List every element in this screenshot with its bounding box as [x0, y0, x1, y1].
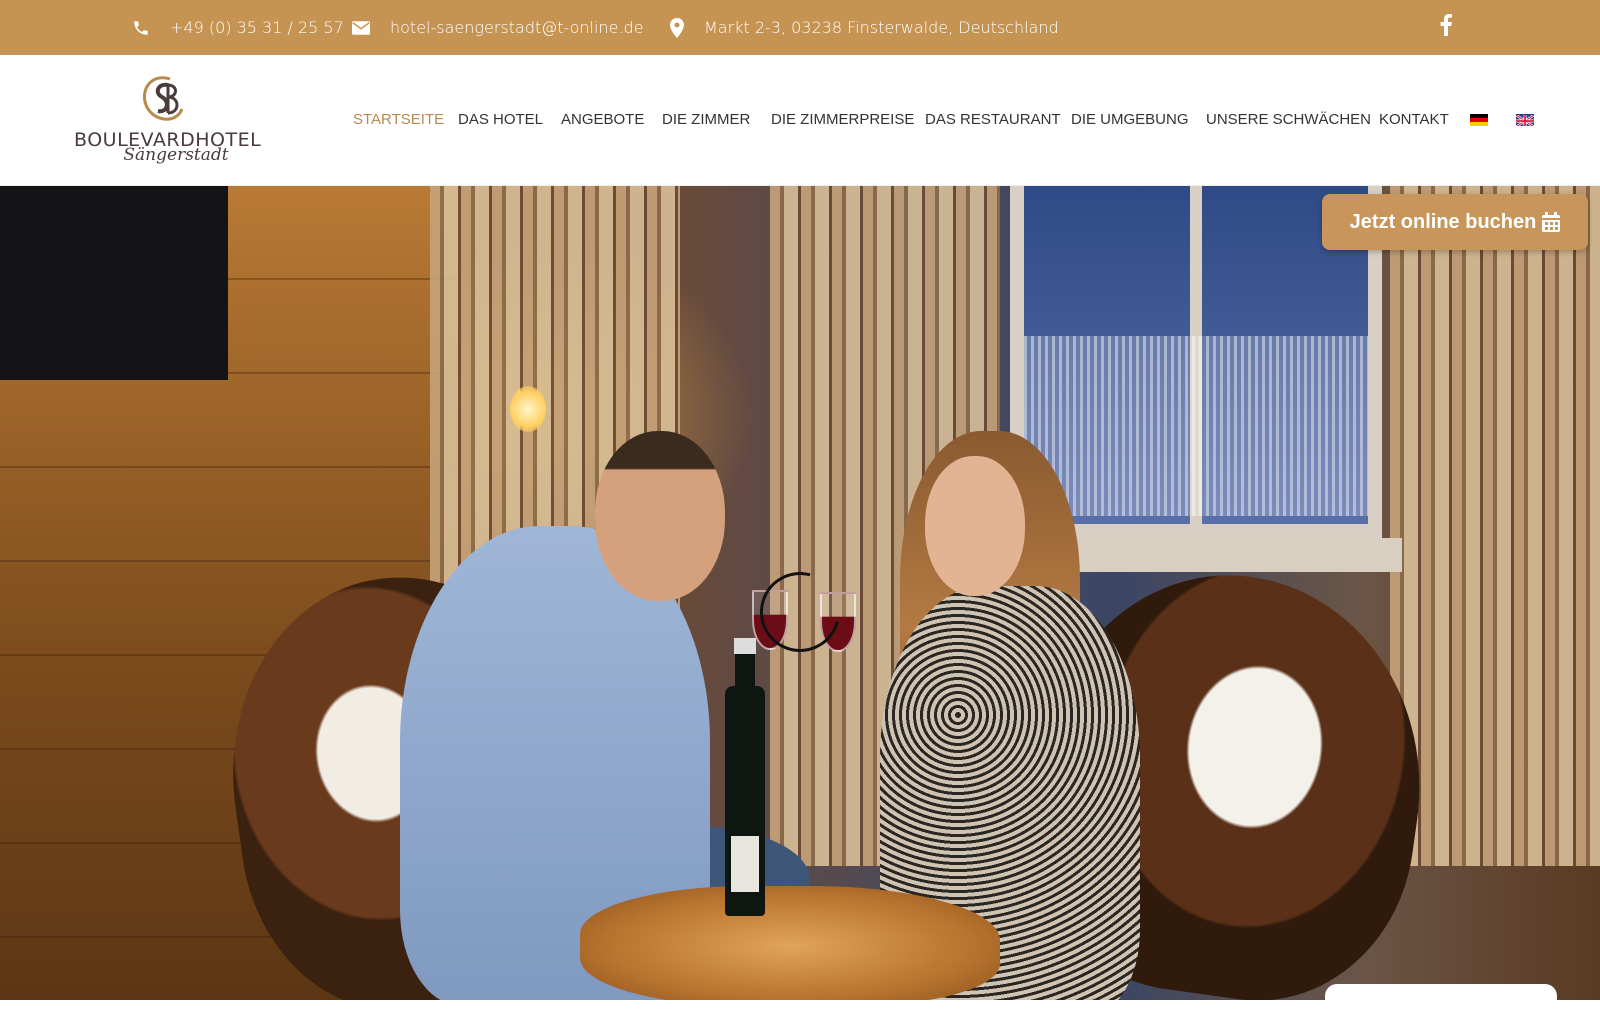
nav-item-die-zimmerpreise[interactable]: DIE ZIMMERPREISE [771, 111, 914, 128]
nav-item-startseite[interactable]: STARTSEITE [353, 111, 444, 128]
lamp [510, 386, 546, 432]
curtain-right [1390, 186, 1600, 866]
wine-bottle [725, 638, 765, 916]
address-text: Markt 2-3, 03238 Finsterwalde, Deutschla… [704, 18, 1059, 37]
phone-contact[interactable]: +49 (0) 35 31 / 25 57 [132, 0, 344, 55]
nav-item-angebote[interactable]: ANGEBOTE [561, 111, 644, 128]
phone-number: +49 (0) 35 31 / 25 57 [170, 18, 344, 37]
site-header: BOULEVARDHOTEL Sängerstadt STARTSEITE DA… [0, 55, 1600, 186]
book-online-button[interactable]: Jetzt online buchen [1322, 194, 1588, 250]
nav-item-die-umgebung[interactable]: DIE UMGEBUNG [1071, 111, 1189, 128]
calendar-icon [1542, 212, 1561, 232]
map-pin-icon [670, 17, 684, 38]
hero-image [0, 186, 1600, 1000]
nav-item-kontakt[interactable]: KONTAKT [1379, 111, 1449, 128]
nav-item-unsere-schwaechen[interactable]: UNSERE SCHWÄCHEN [1206, 111, 1371, 128]
main-navigation: STARTSEITE DAS HOTEL ANGEBOTE DIE ZIMMER… [0, 55, 1600, 186]
book-online-label: Jetzt online buchen [1349, 210, 1537, 233]
email-address: hotel-saengerstadt@t-online.de [390, 18, 644, 37]
nav-item-das-restaurant[interactable]: DAS RESTAURANT [925, 111, 1061, 128]
tv-screen [0, 186, 228, 380]
english-flag-icon[interactable] [1516, 114, 1534, 126]
nav-item-die-zimmer[interactable]: DIE ZIMMER [662, 111, 750, 128]
facebook-link[interactable] [1440, 0, 1452, 55]
envelope-icon [352, 20, 370, 35]
nav-item-das-hotel[interactable]: DAS HOTEL [458, 111, 543, 128]
wooden-table [580, 886, 1000, 1000]
floating-widget[interactable] [1325, 984, 1557, 1014]
address-contact[interactable]: Markt 2-3, 03238 Finsterwalde, Deutschla… [670, 0, 1059, 55]
man-head [595, 431, 725, 601]
top-info-bar: +49 (0) 35 31 / 25 57 hotel-saengerstadt… [0, 0, 1600, 55]
german-flag-icon[interactable] [1470, 114, 1488, 126]
woman-face [925, 456, 1025, 596]
phone-icon [132, 19, 150, 37]
facebook-icon [1440, 13, 1452, 42]
email-contact[interactable]: hotel-saengerstadt@t-online.de [352, 0, 644, 55]
